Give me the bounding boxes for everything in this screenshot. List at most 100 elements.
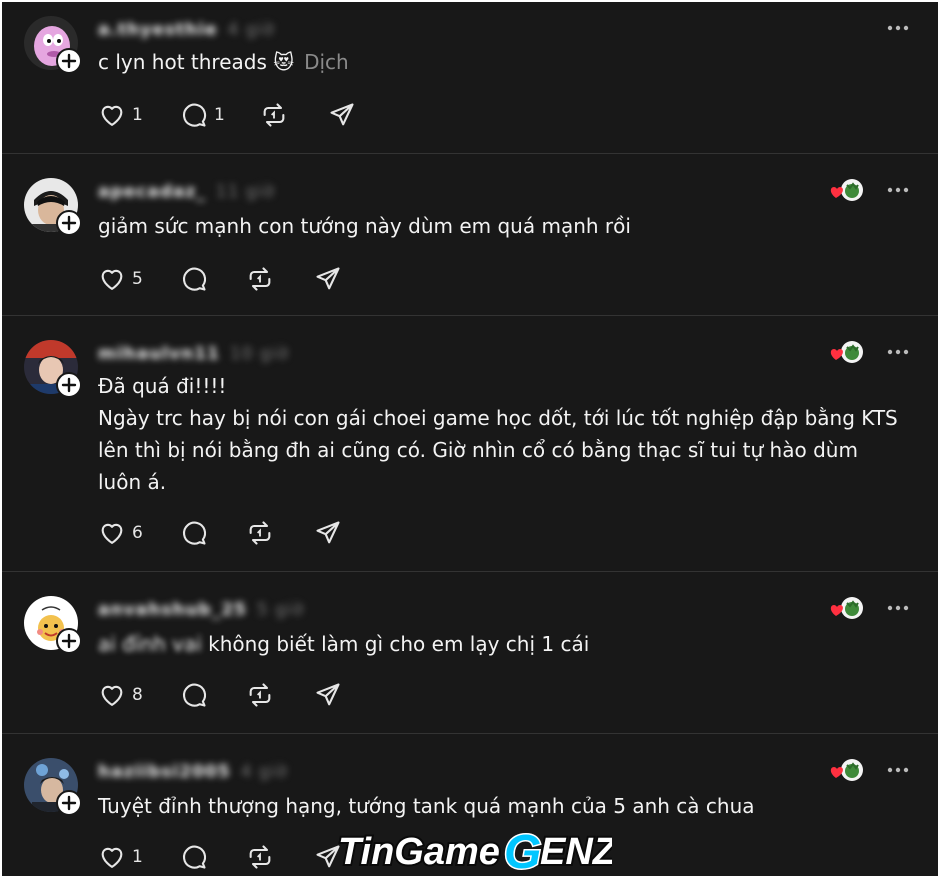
send-icon (330, 103, 354, 126)
thread-post: apecadaz_ 11 giờ giảm sức mạnh con tướng … (2, 154, 938, 316)
post-actions: 1 1 (98, 100, 398, 130)
timestamp: 10 giờ (229, 344, 289, 364)
reply-count: 1 (214, 105, 225, 125)
like-button[interactable]: 1 (98, 842, 143, 872)
reply-button[interactable] (180, 680, 208, 710)
like-count: 1 (132, 847, 143, 867)
heart-icon (101, 269, 123, 290)
comment-icon (182, 683, 207, 707)
threads-feed: a.thyesthie 4 giờ c lyn hot threads 😻 Dịch… (2, 2, 938, 876)
post-actions: 8 (98, 680, 398, 710)
repost-icon (263, 103, 285, 127)
author-liked-icon (830, 597, 863, 619)
avatar[interactable] (24, 596, 82, 654)
watermark-text-1: TinGame (338, 831, 500, 873)
more-icon[interactable] (886, 348, 910, 356)
plus-icon (61, 795, 77, 811)
plus-icon (61, 377, 77, 393)
watermark-text-3: ENZ (540, 831, 612, 873)
thread-post: mihaulvn11 10 giờ Đã quá đi!!!! Ngày trc … (2, 316, 938, 572)
watermark-text-2: G (504, 826, 541, 876)
send-icon (316, 267, 340, 290)
plus-icon (61, 633, 77, 649)
repost-button[interactable] (246, 264, 274, 294)
post-text: ai đỉnh vai không biết làm gì cho em lạy… (98, 628, 908, 660)
repost-icon (249, 267, 271, 291)
blurred-text: ai đỉnh vai (98, 632, 202, 656)
timestamp: 4 giờ (240, 762, 288, 782)
avatar[interactable] (24, 758, 82, 816)
reply-button[interactable] (180, 518, 208, 548)
avatar[interactable] (24, 340, 82, 398)
send-icon (316, 683, 340, 706)
timestamp: 11 giờ (215, 182, 275, 202)
timestamp: 4 giờ (227, 20, 275, 40)
heart-icon (101, 105, 123, 126)
like-count: 1 (132, 105, 143, 125)
username[interactable]: haziibsi2005 4 giờ (98, 762, 288, 782)
thread-post: a.thyesthie 4 giờ c lyn hot threads 😻 Dịch… (2, 2, 938, 154)
heart-icon (101, 685, 123, 706)
like-count: 8 (132, 685, 143, 705)
username[interactable]: anvahshub_25 5 giờ (98, 600, 304, 620)
author-liked-icon (830, 179, 863, 201)
heart-icon (101, 847, 123, 868)
post-actions: 6 (98, 518, 398, 548)
share-button[interactable] (314, 264, 342, 294)
author-liked-icon (830, 759, 863, 781)
repost-button[interactable] (246, 518, 274, 548)
comment-icon (182, 103, 207, 127)
reply-button[interactable] (180, 264, 208, 294)
repost-button[interactable] (246, 680, 274, 710)
plus-icon (61, 215, 77, 231)
repost-icon (249, 845, 271, 869)
avatar[interactable] (24, 16, 82, 74)
follow-button[interactable] (56, 48, 82, 74)
repost-icon (249, 683, 271, 707)
like-count: 5 (132, 269, 143, 289)
post-actions: 5 (98, 264, 398, 294)
send-icon (316, 521, 340, 544)
like-button[interactable]: 8 (98, 680, 143, 710)
more-icon[interactable] (886, 604, 910, 612)
more-icon[interactable] (886, 186, 910, 194)
like-button[interactable]: 6 (98, 518, 143, 548)
post-text: giảm sức mạnh con tướng này dùm em quá m… (98, 214, 631, 238)
more-icon[interactable] (886, 766, 910, 774)
thread-post: anvahshub_25 5 giờ ai đỉnh vai không biết… (2, 572, 938, 734)
reply-button[interactable] (180, 842, 208, 872)
post-text: Đã quá đi!!!! Ngày trc hay bị nói con gá… (98, 374, 898, 494)
comment-icon (182, 267, 207, 291)
reply-button[interactable]: 1 (180, 100, 225, 130)
comment-icon (182, 845, 207, 869)
follow-button[interactable] (56, 372, 82, 398)
repost-button[interactable] (260, 100, 288, 130)
share-button[interactable] (328, 100, 356, 130)
more-icon[interactable] (886, 24, 910, 32)
repost-icon (249, 521, 271, 545)
author-liked-icon (830, 341, 863, 363)
repost-button[interactable] (246, 842, 274, 872)
like-button[interactable]: 5 (98, 264, 143, 294)
site-watermark-logo: TinGame G ENZ (336, 825, 612, 877)
follow-button[interactable] (56, 628, 82, 654)
follow-button[interactable] (56, 210, 82, 236)
comment-icon (182, 521, 207, 545)
username[interactable]: mihaulvn11 10 giờ (98, 344, 289, 364)
translate-link[interactable]: Dịch (304, 50, 349, 74)
plus-icon (61, 53, 77, 69)
post-text-content: c lyn hot threads 😻 (98, 50, 295, 74)
share-button[interactable] (314, 680, 342, 710)
post-text: Tuyệt đỉnh thượng hạng, tướng tank quá m… (98, 794, 755, 818)
heart-icon (101, 523, 123, 544)
avatar[interactable] (24, 178, 82, 236)
timestamp: 5 giờ (256, 600, 305, 620)
like-count: 6 (132, 523, 143, 543)
share-button[interactable] (314, 518, 342, 548)
like-button[interactable]: 1 (98, 100, 143, 130)
post-text: c lyn hot threads 😻 Dịch (98, 46, 908, 78)
follow-button[interactable] (56, 790, 82, 816)
username[interactable]: a.thyesthie 4 giờ (98, 20, 275, 40)
post-text-content: không biết làm gì cho em lạy chị 1 cái (208, 632, 590, 656)
username[interactable]: apecadaz_ 11 giờ (98, 182, 275, 202)
